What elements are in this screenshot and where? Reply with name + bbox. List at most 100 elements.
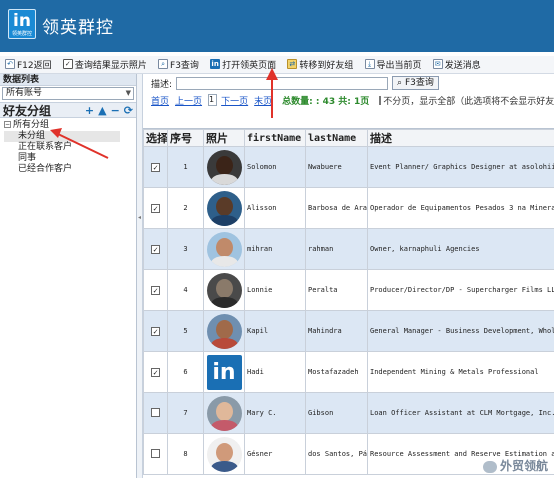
description-filter-row: 描述: ⌕ F3查询 [143, 74, 554, 92]
refresh-icon[interactable]: ⟳ [124, 104, 133, 117]
logo-text: in [13, 11, 31, 31]
toolbar: ↶ F12返回 ✓ 查询结果显示照片 ⌕ F3查询 in 打开领英页面 ⇄ 转移到好友组 … [0, 56, 554, 74]
row-checkbox[interactable]: ✓ [151, 285, 160, 295]
row-index: 1 [167, 146, 204, 188]
no-paging-label: 不分页，显示全部（此选项将不会显示好友照片） [383, 96, 554, 107]
first-name: Gésner [244, 433, 306, 475]
account-select[interactable]: 所有账号 ▼ [2, 87, 134, 100]
collapse-icon[interactable]: − [4, 121, 11, 128]
tree-item-colleagues[interactable]: 同事 [4, 153, 132, 164]
linkedin-icon: in [210, 59, 221, 69]
description: Owner, karnaphuli Agencies [367, 228, 554, 270]
last-name: Mahindra [305, 310, 368, 352]
row-checkbox[interactable]: ✓ [151, 203, 160, 213]
avatar [206, 272, 242, 308]
wechat-icon [482, 460, 497, 473]
last-name: Mostafazadeh [305, 351, 368, 393]
last-name: Peralta [305, 269, 368, 311]
table-row[interactable]: ✓ 2 Alisson Barbosa de Arauj Operador de… [143, 187, 554, 229]
avatar [206, 313, 242, 349]
export-page-button[interactable]: ⤓ 导出当前页 [362, 56, 425, 72]
avatar [206, 436, 242, 472]
last-name: rahman [305, 228, 368, 270]
query-button[interactable]: ⌕ F3查询 [392, 76, 439, 90]
left-panel: 数据列表 所有账号 ▼ 好友分组 + ▲ − ⟳ − 所有分组 未分组 正在联系客户 同… [0, 74, 137, 478]
no-paging-checkbox[interactable] [379, 95, 382, 105]
search-icon: ⌕ [158, 59, 169, 69]
avatar [206, 395, 242, 431]
prev-page-link[interactable]: 上一页 [175, 94, 202, 107]
row-checkbox[interactable]: ✓ [151, 244, 160, 254]
first-name: Lonnie [244, 269, 306, 311]
page-number-input[interactable]: 1 [208, 94, 218, 106]
col-description[interactable]: 描述 [367, 129, 554, 147]
group-header: 好友分组 + ▲ − ⟳ [0, 102, 136, 118]
transfer-icon: ⇄ [287, 59, 298, 69]
first-page-link[interactable]: 首页 [151, 94, 169, 107]
row-checkbox[interactable]: ✓ [151, 367, 160, 377]
col-photo[interactable]: 照片 [203, 129, 245, 147]
back-icon: ↶ [5, 59, 15, 69]
watermark: 外贸领航 [482, 457, 548, 474]
remove-icon[interactable]: − [111, 104, 120, 117]
query-toolbar-button[interactable]: ⌕ F3查询 [155, 56, 202, 72]
panel-title: 数据列表 [0, 74, 136, 86]
col-lastname[interactable]: lastName [305, 129, 368, 147]
app-title: 领英群控 [42, 18, 114, 38]
account-select-value: 所有账号 [6, 88, 43, 98]
table-row[interactable]: 7 Mary C. Gibson Loan Officer Assistant … [143, 392, 554, 434]
last-page-link[interactable]: 末页 [254, 94, 272, 107]
row-checkbox[interactable] [151, 407, 160, 417]
table-row[interactable]: ✓ 6 in Hadi Mostafazadeh Independent Min… [143, 351, 554, 393]
open-linkedin-button[interactable]: in 打开领英页面 [207, 56, 279, 72]
add-icon[interactable]: + [85, 104, 94, 117]
chevron-down-icon: ▼ [125, 89, 131, 97]
group-title: 好友分组 [3, 103, 52, 118]
first-name: Solomon [244, 146, 306, 188]
table-row[interactable]: ✓ 1 Solomon Nwabuere Event Planner/ Grap… [143, 146, 554, 188]
avatar [206, 231, 242, 267]
avatar [206, 149, 242, 185]
tree-root[interactable]: − 所有分组 [4, 120, 132, 131]
first-name: Kapil [244, 310, 306, 352]
tree-item-ungrouped[interactable]: 未分组 [4, 131, 120, 142]
row-index: 5 [167, 310, 204, 352]
transfer-to-friend-group-button[interactable]: ⇄ 转移到好友组 [284, 56, 356, 72]
move-up-icon[interactable]: ▲ [98, 104, 106, 117]
next-page-link[interactable]: 下一页 [221, 94, 248, 107]
total-count: 总数量: : 43 共: 1页 [282, 96, 370, 107]
back-button[interactable]: ↶ F12返回 [2, 56, 55, 72]
last-name: dos Santos, Páus [305, 433, 368, 475]
description: General Manager - Business Development, … [367, 310, 554, 352]
row-checkbox[interactable] [151, 448, 160, 458]
table-row[interactable]: ✓ 5 Kapil Mahindra General Manager - Bus… [143, 310, 554, 352]
description-label: 描述: [151, 79, 173, 90]
pager: 首页 上一页 1 下一页 末页 总数量: : 43 共: 1页 不分页，显示全部… [143, 92, 554, 108]
description: Loan Officer Assistant at CLM Mortgage, … [367, 392, 554, 434]
row-index: 3 [167, 228, 204, 270]
description-input[interactable] [176, 76, 389, 90]
last-name: Gibson [305, 392, 368, 434]
first-name: Mary C. [244, 392, 306, 434]
send-message-button[interactable]: ✉ 发送消息 [430, 56, 484, 72]
row-index: 2 [167, 187, 204, 229]
table-row[interactable]: ✓ 3 mihran rahman Owner, karnaphuli Agen… [143, 228, 554, 270]
row-index: 4 [167, 269, 204, 311]
checkbox-icon: ✓ [62, 59, 73, 69]
tree-item-contacting[interactable]: 正在联系客户 [4, 142, 132, 153]
logo-subtext: 领英群控 [11, 31, 32, 37]
show-photo-toggle[interactable]: ✓ 查询结果显示照片 [60, 56, 150, 72]
description: Independent Mining & Metals Professional [367, 351, 554, 393]
col-index[interactable]: 序号 [167, 129, 204, 147]
last-name: Barbosa de Arauj [305, 187, 368, 229]
tree-item-partners[interactable]: 已经合作客户 [4, 164, 132, 175]
first-name: Hadi [244, 351, 306, 393]
row-index: 7 [167, 392, 204, 434]
table-row[interactable]: ✓ 4 Lonnie Peralta Producer/Director/DP … [143, 269, 554, 311]
description: Producer/Director/DP - Supercharger Film… [367, 269, 554, 311]
row-checkbox[interactable]: ✓ [151, 326, 160, 336]
col-select[interactable]: 选择 [143, 129, 168, 147]
linkedin-logo-icon: in 领英群控 [8, 9, 36, 39]
row-checkbox[interactable]: ✓ [151, 162, 160, 172]
col-firstname[interactable]: firstName [244, 129, 306, 147]
